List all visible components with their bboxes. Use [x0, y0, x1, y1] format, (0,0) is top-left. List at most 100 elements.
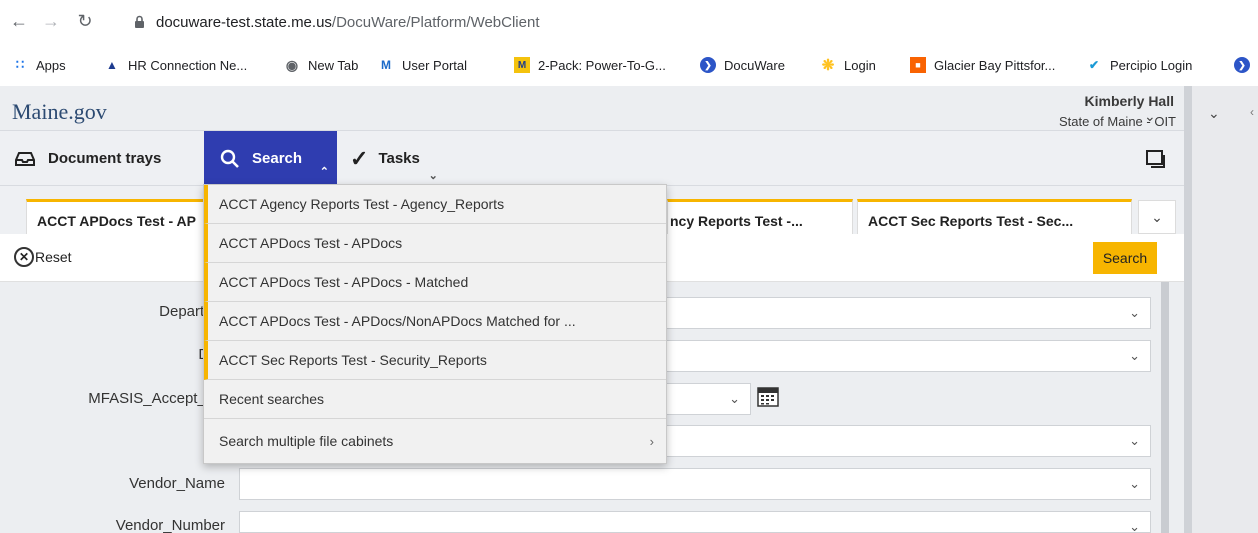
bookmark-label: Percipio Login — [1110, 57, 1193, 73]
window-view-icon[interactable] — [1146, 150, 1166, 173]
right-panel — [1184, 86, 1258, 533]
calendar-icon[interactable] — [757, 385, 781, 409]
maine-gov-logo[interactable]: Maine.gov — [12, 99, 107, 125]
bookmark-label: DocuWare — [724, 57, 785, 73]
close-circle-icon: ✕ — [14, 247, 34, 267]
tabs-overflow-chevron-icon[interactable]: ⌄ — [1138, 200, 1176, 234]
menu-item-label: ACCT Agency Reports Test - Agency_Report… — [219, 196, 505, 212]
docuware-icon: ❯ — [700, 57, 716, 73]
reset-label: Reset — [35, 249, 72, 265]
vendor-name-label: Vendor_Name — [129, 475, 225, 492]
main-toolbar — [0, 131, 1184, 186]
tab-agency-reports[interactable]: ncy Reports Test -... — [667, 199, 853, 234]
menu-item-label: ACCT APDocs Test - APDocs — [219, 235, 403, 251]
bookmark-glacier-bay[interactable]: ■ Glacier Bay Pittsfor... — [910, 54, 1055, 76]
chevron-left-icon[interactable]: ‹ — [1250, 105, 1254, 119]
search-tab-label: Search — [252, 150, 303, 167]
walmart-spark-icon: ❋ — [821, 57, 835, 74]
bookmark-docuware[interactable]: ❯ DocuWare — [700, 54, 785, 76]
search-dropdown-menu: ACCT Agency Reports Test - Agency_Report… — [203, 184, 667, 464]
bookmark-login[interactable]: ❋ Login — [820, 54, 876, 76]
bookmark-label: New Tab — [308, 57, 359, 73]
tab-label: ACCT APDocs Test - AP — [37, 213, 196, 229]
reload-icon[interactable]: ↻ — [74, 10, 96, 32]
tasks-button[interactable]: ✓ Tasks ⌄ — [350, 131, 438, 186]
panel-splitter[interactable] — [1184, 86, 1192, 533]
menu-item-security-reports[interactable]: ACCT Sec Reports Test - Security_Reports — [204, 341, 666, 380]
bookmark-hr-connection[interactable]: ▲ HR Connection Ne... — [104, 54, 247, 76]
bookmark-percipio[interactable]: ✔ Percipio Login — [1086, 54, 1192, 76]
lock-icon[interactable] — [134, 15, 145, 29]
bookmark-apps[interactable]: ∷ Apps — [12, 54, 66, 76]
form-scrollbar[interactable] — [1161, 282, 1169, 533]
tasks-label: Tasks — [378, 150, 420, 167]
menu-item-apdocs[interactable]: ACCT APDocs Test - APDocs — [204, 224, 666, 263]
tab-sec-reports[interactable]: ACCT Sec Reports Test - Sec... — [857, 199, 1132, 234]
vendor-number-field[interactable]: ⌄ — [239, 511, 1151, 533]
search-icon — [220, 149, 239, 168]
bookmark-label: Apps — [36, 57, 66, 73]
tab-label: ACCT Sec Reports Test - Sec... — [868, 213, 1074, 229]
chevron-up-icon: ⌃ — [319, 166, 329, 178]
url-path: /DocuWare/Platform/WebClient — [331, 14, 540, 31]
fiscal-label: Fis — [0, 432, 225, 449]
menu-item-label: Recent searches — [219, 391, 325, 407]
home-depot-icon: ■ — [910, 57, 926, 73]
search-tab-button[interactable]: Search ⌃ — [204, 131, 337, 186]
menu-item-search-multiple[interactable]: Search multiple file cabinets › — [204, 419, 666, 463]
app-header — [0, 86, 1184, 131]
url-host: docuware-test.state.me.us — [156, 14, 332, 31]
checkmark-icon: ✓ — [350, 145, 369, 171]
bookmark-new-tab[interactable]: ◉ New Tab — [284, 54, 358, 76]
chevron-down-icon: ⌄ — [1129, 476, 1140, 491]
search-submit-button[interactable]: Search — [1093, 242, 1157, 274]
user-portal-icon: M — [381, 58, 391, 72]
vendor-name-field[interactable]: ⌄ — [239, 468, 1151, 500]
tray-icon — [15, 151, 35, 166]
percipio-icon: ✔ — [1088, 58, 1100, 72]
user-organization: State of Maine - OIT — [1058, 114, 1176, 129]
user-name[interactable]: Kimberly Hall — [1085, 93, 1174, 109]
menu-item-label: ACCT APDocs Test - APDocs - Matched — [219, 274, 469, 290]
menu-item-label: ACCT Sec Reports Test - Security_Reports — [219, 352, 487, 368]
bookmark-label: HR Connection Ne... — [128, 57, 248, 73]
bookmark-label: Login — [844, 57, 876, 73]
menu-item-recent-searches[interactable]: Recent searches — [204, 380, 666, 419]
menards-icon: M — [514, 57, 530, 73]
globe-icon: ◉ — [285, 56, 299, 73]
bookmark-label: Glacier Bay Pittsfor... — [934, 57, 1056, 73]
chevron-down-icon[interactable]: ⌄ — [1208, 105, 1220, 122]
tab-label: ncy Reports Test -... — [670, 213, 803, 229]
chevron-down-icon: ⌄ — [1129, 433, 1140, 448]
document-trays-label: Document trays — [48, 150, 162, 167]
bookmark-more[interactable]: ❯ — [1234, 54, 1258, 76]
chevron-down-icon: ⌄ — [729, 391, 740, 406]
bookmark-label: 2-Pack: Power-To-G... — [538, 57, 666, 73]
department-label: Departme — [159, 303, 225, 320]
menu-item-apdocs-nonapdocs[interactable]: ACCT APDocs Test - APDocs/NonAPDocs Matc… — [204, 302, 666, 341]
chevron-down-icon[interactable]: ⌄ — [1144, 108, 1156, 125]
back-arrow-icon[interactable]: ← — [8, 10, 30, 32]
chevron-right-icon: › — [649, 433, 654, 449]
document-trays-button[interactable]: Document trays — [14, 131, 161, 186]
vendor-number-label: Vendor_Number — [115, 517, 225, 533]
menu-item-apdocs-matched[interactable]: ACCT APDocs Test - APDocs - Matched — [204, 263, 666, 302]
tab-acct-apdocs[interactable]: ACCT APDocs Test - AP — [26, 199, 206, 234]
mfasis-accept-date-label: MFASIS_Accept_Da — [88, 390, 225, 407]
chevron-down-icon: ⌄ — [1129, 519, 1140, 533]
doc-label: Doc — [0, 346, 225, 363]
forward-arrow-icon[interactable]: → — [40, 10, 62, 32]
reset-button[interactable]: ✕ Reset — [14, 247, 72, 267]
chevron-down-icon: ⌄ — [428, 170, 438, 182]
bookmark-2-pack[interactable]: M 2-Pack: Power-To-G... — [514, 54, 666, 76]
chevron-down-icon: ⌄ — [1129, 348, 1140, 363]
hr-connection-icon: ▲ — [106, 58, 118, 72]
bookmark-user-portal[interactable]: M User Portal — [378, 54, 467, 76]
docuware-icon: ❯ — [1234, 57, 1250, 73]
url-text[interactable]: docuware-test.state.me.us/DocuWare/Platf… — [156, 14, 540, 31]
bookmark-label: User Portal — [402, 57, 468, 73]
menu-item-label: ACCT APDocs Test - APDocs/NonAPDocs Matc… — [219, 313, 576, 329]
menu-item-label: Search multiple file cabinets — [219, 433, 394, 449]
menu-item-agency-reports[interactable]: ACCT Agency Reports Test - Agency_Report… — [204, 185, 666, 224]
chevron-down-icon: ⌄ — [1129, 305, 1140, 320]
